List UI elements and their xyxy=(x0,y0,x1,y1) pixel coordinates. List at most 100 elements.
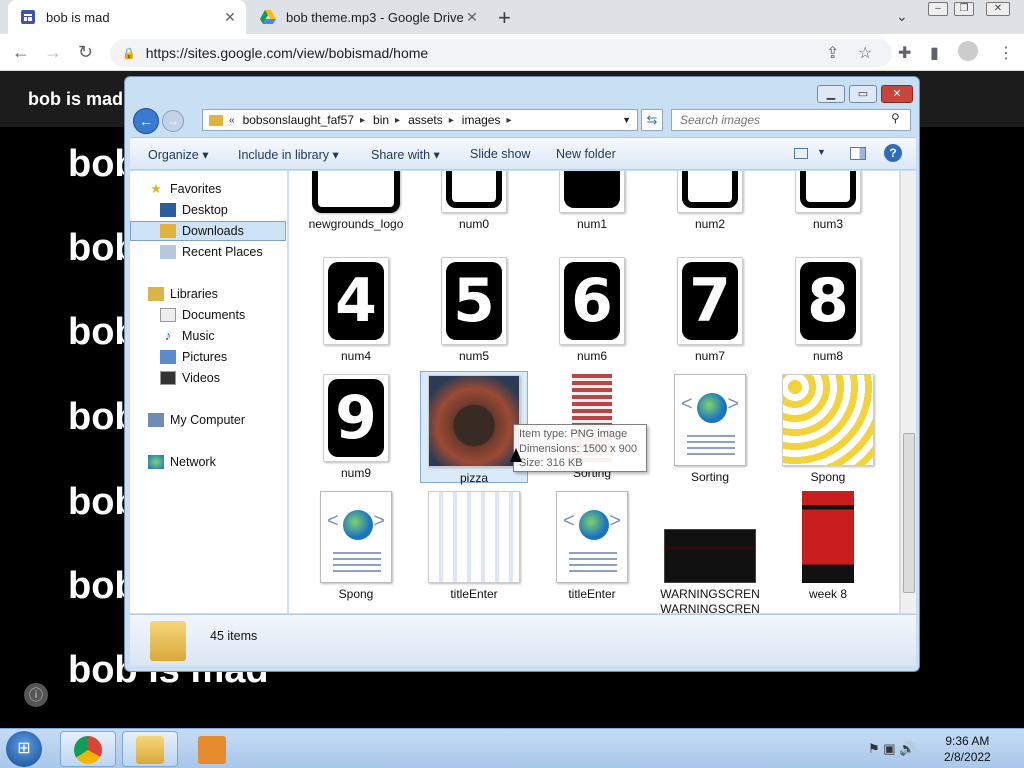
tab-bob-is-mad[interactable]: bob is mad ✕ xyxy=(8,0,246,34)
profile-avatar-icon[interactable] xyxy=(958,41,978,61)
back-arrow-icon[interactable]: ← xyxy=(133,108,159,134)
share-with-menu[interactable]: Share with ▾ xyxy=(371,147,440,162)
vertical-scrollbar[interactable] xyxy=(900,171,916,613)
explorer-close-button[interactable]: ✕ xyxy=(881,85,913,103)
file-item-selected[interactable]: pizza xyxy=(420,371,528,485)
web-document-icon: < > xyxy=(320,491,392,583)
nav-my-computer[interactable]: My Computer xyxy=(148,410,245,430)
bookmark-star-icon[interactable]: ☆ xyxy=(858,43,872,63)
back-arrow-icon[interactable]: ← xyxy=(12,42,30,63)
view-options-icon[interactable] xyxy=(794,148,808,159)
file-item[interactable]: < > titleEnter xyxy=(538,491,646,602)
menu-kebab-icon[interactable]: ⋮ xyxy=(998,43,1014,63)
organize-menu[interactable]: Organize ▾ xyxy=(148,147,208,162)
file-item[interactable]: < > Sorting xyxy=(656,374,764,485)
taskbar-explorer[interactable] xyxy=(122,731,178,767)
breadcrumb-arrow-icon[interactable]: ▸ xyxy=(449,115,454,126)
forward-arrow-icon[interactable]: → xyxy=(162,110,184,132)
thumbnail xyxy=(795,171,861,213)
nav-pictures[interactable]: Pictures xyxy=(160,347,227,367)
breadcrumb-item[interactable]: assets xyxy=(408,113,443,127)
file-item[interactable]: 9 num9 xyxy=(302,374,410,481)
new-folder-button[interactable]: New folder xyxy=(556,147,616,161)
preview-pane-icon[interactable] xyxy=(850,147,866,160)
close-tab-icon[interactable]: ✕ xyxy=(464,9,480,26)
file-item[interactable]: WARNINGSCREN WARNINGSCREN xyxy=(656,491,764,613)
nav-recent-places[interactable]: Recent Places xyxy=(160,242,263,262)
file-item[interactable]: 6 num6 xyxy=(538,257,646,364)
include-in-library-menu[interactable]: Include in library ▾ xyxy=(238,147,339,162)
nav-network[interactable]: Network xyxy=(148,452,216,472)
share-icon[interactable]: ⇪ xyxy=(826,43,839,63)
tab-google-drive[interactable]: bob theme.mp3 - Google Drive ✕ xyxy=(248,0,488,34)
file-item[interactable]: num0 xyxy=(420,171,528,232)
thumbnail xyxy=(312,171,400,213)
address-bar[interactable]: 🔒 https://sites.google.com/view/bobismad… xyxy=(110,39,892,67)
clock[interactable]: 9:36 AM 2/8/2022 xyxy=(944,733,991,765)
file-item[interactable]: 4 num4 xyxy=(302,257,410,364)
site-title[interactable]: bob is mad xyxy=(28,89,123,110)
minimize-window-button[interactable]: – xyxy=(928,2,948,16)
overflow-chevron-icon[interactable]: « xyxy=(229,115,235,126)
file-item[interactable]: newgrounds_logo xyxy=(302,171,410,232)
file-item[interactable]: num3 xyxy=(774,171,882,232)
view-dropdown-icon[interactable]: ▼ xyxy=(817,147,826,157)
restore-window-button[interactable]: ❐ xyxy=(954,2,974,16)
file-item[interactable]: titleEnter xyxy=(420,491,528,602)
tab-search-chevron-icon[interactable]: ⌄ xyxy=(896,8,908,25)
help-icon[interactable]: ? xyxy=(884,144,902,162)
taskbar-chrome[interactable] xyxy=(60,731,116,767)
start-button[interactable]: ⊞ xyxy=(6,731,42,767)
nav-documents[interactable]: Documents xyxy=(160,305,245,325)
file-item[interactable]: < > Spong xyxy=(302,491,410,602)
taskbar-media-player[interactable] xyxy=(184,731,240,767)
side-panel-icon[interactable]: ▮ xyxy=(930,43,939,63)
network-globe-icon xyxy=(148,455,164,469)
refresh-icon[interactable]: ⇆ xyxy=(641,109,663,131)
file-item[interactable]: week 8 xyxy=(774,491,882,602)
file-item[interactable]: num2 xyxy=(656,171,764,232)
reload-icon[interactable]: ↻ xyxy=(78,42,93,63)
breadcrumb-arrow-icon[interactable]: ▸ xyxy=(360,115,365,126)
chrome-icon xyxy=(74,736,102,764)
info-icon[interactable]: ⓘ xyxy=(24,683,48,707)
file-item[interactable]: 5 num5 xyxy=(420,257,528,364)
file-item[interactable]: 8 num8 xyxy=(774,257,882,364)
explorer-minimize-button[interactable]: ▁ xyxy=(817,85,845,103)
file-item[interactable]: 7 num7 xyxy=(656,257,764,364)
slide-show-button[interactable]: Slide show xyxy=(470,147,530,161)
computer-icon xyxy=(148,413,164,427)
tab-title: bob is mad xyxy=(46,9,110,25)
new-tab-button[interactable]: + xyxy=(498,5,511,31)
recent-places-icon xyxy=(160,245,176,259)
address-dropdown-icon[interactable]: ▼ xyxy=(622,115,631,125)
nav-desktop[interactable]: Desktop xyxy=(160,200,228,220)
nav-favorites[interactable]: ★ Favorites xyxy=(148,179,221,199)
nav-videos[interactable]: Videos xyxy=(160,368,220,388)
breadcrumb-arrow-icon[interactable]: ▸ xyxy=(506,115,511,126)
breadcrumb-item[interactable]: bobsonslaught_faf57 xyxy=(243,113,354,127)
close-tab-icon[interactable]: ✕ xyxy=(222,9,238,26)
lock-icon[interactable]: 🔒 xyxy=(122,47,136,60)
search-input[interactable] xyxy=(671,109,911,131)
explorer-window: ▁ ▭ ✕ ← → « bobsonslaught_faf57 ▸ bin ▸ as… xyxy=(124,76,920,672)
nav-music[interactable]: ♪ Music xyxy=(160,326,215,346)
nav-libraries[interactable]: Libraries xyxy=(148,284,218,304)
file-item[interactable]: num1 xyxy=(538,171,646,232)
file-item[interactable]: Spong xyxy=(774,374,882,485)
extensions-puzzle-icon[interactable]: ✚ xyxy=(898,43,911,63)
thumbnail: 5 xyxy=(441,257,507,345)
system-tray-icons[interactable]: ⚑ ▣ 🔊 xyxy=(868,741,915,757)
close-window-button[interactable]: ✕ xyxy=(986,2,1010,16)
thumbnail: 4 xyxy=(323,257,389,345)
breadcrumb-item[interactable]: images xyxy=(462,113,501,127)
forward-arrow-icon[interactable]: → xyxy=(44,42,62,63)
pizza-thumbnail xyxy=(428,375,520,467)
breadcrumb-arrow-icon[interactable]: ▸ xyxy=(395,115,400,126)
scrollbar-thumb[interactable] xyxy=(903,433,915,593)
search-icon[interactable]: ⚲ xyxy=(891,111,900,125)
nav-downloads[interactable]: Downloads xyxy=(130,221,286,241)
breadcrumb-item[interactable]: bin xyxy=(373,113,389,127)
explorer-maximize-button[interactable]: ▭ xyxy=(849,85,877,103)
explorer-address-bar[interactable]: « bobsonslaught_faf57 ▸ bin ▸ assets ▸ imag… xyxy=(202,109,638,131)
